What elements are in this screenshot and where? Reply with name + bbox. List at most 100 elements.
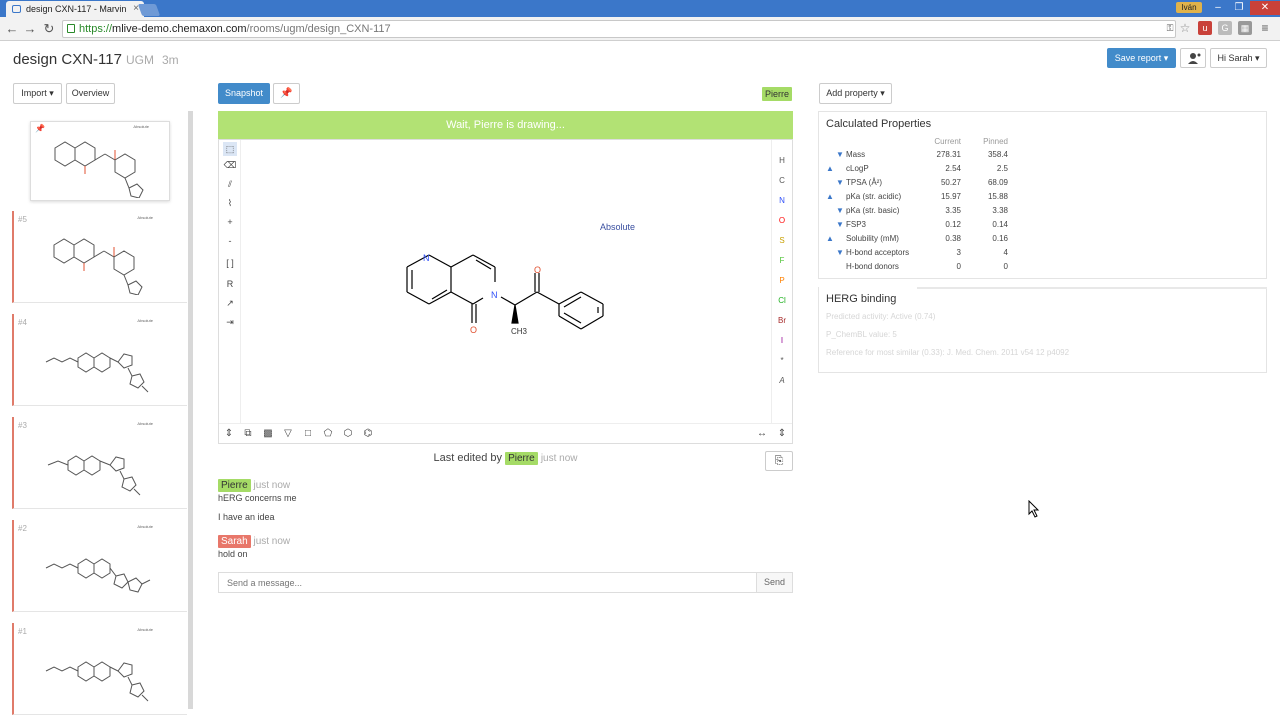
property-name: H-bond donors <box>846 262 899 271</box>
element-button[interactable]: Br <box>772 314 792 328</box>
element-button[interactable]: O <box>772 214 792 228</box>
key-icon[interactable]: ⚿ <box>1163 21 1177 35</box>
rgroup-tool-icon[interactable]: R <box>223 277 237 291</box>
snapshot-number: #2 <box>18 524 27 533</box>
menu-icon[interactable]: ≡ <box>1258 21 1272 35</box>
close-window-icon[interactable]: ✕ <box>1250 1 1280 15</box>
snapshot-list-scrollbar[interactable] <box>188 111 193 709</box>
benzene-icon[interactable]: ⌬ <box>361 427 375 441</box>
element-button[interactable]: * <box>772 354 792 368</box>
template-tool-icon[interactable]: ⧉ <box>241 427 255 441</box>
element-button[interactable]: C <box>772 174 792 188</box>
forward-icon[interactable]: → <box>22 20 38 38</box>
eraser-tool-icon[interactable]: ⌫ <box>223 158 237 172</box>
charge-minus-icon[interactable]: - <box>223 234 237 248</box>
snapshot-tag: Absolute <box>137 318 153 323</box>
column-header-pinned: Pinned <box>983 137 1008 146</box>
property-pinned-value: 0.16 <box>992 234 1008 243</box>
chat-message-text: hold on <box>218 549 248 559</box>
snapshot-button[interactable]: Snapshot <box>218 83 270 104</box>
extension-icon[interactable]: ▦ <box>1238 21 1252 35</box>
scroll-horizontal-icon[interactable]: ↔ <box>755 427 769 441</box>
atom-label: N <box>491 290 498 300</box>
chain-tool-icon[interactable]: ⌇ <box>223 196 237 210</box>
import-button[interactable]: Import ▾ <box>13 83 62 104</box>
ring-4-icon[interactable]: □ <box>301 427 315 441</box>
snapshot-number: #5 <box>18 215 27 224</box>
snapshot-molecule-thumb <box>54 141 144 198</box>
message-input[interactable] <box>219 573 757 592</box>
snapshot-molecule-thumb <box>45 558 151 593</box>
user-menu-button[interactable]: Hi Sarah ▾ <box>1210 48 1267 68</box>
element-button[interactable]: S <box>772 234 792 248</box>
browser-tab[interactable]: design CXN-117 - Marvin × <box>6 1 144 17</box>
os-user-badge[interactable]: Iván <box>1176 2 1202 13</box>
snapshot-item[interactable]: #2 Absolute <box>12 520 187 612</box>
save-report-button[interactable]: Save report ▾ <box>1107 48 1176 68</box>
export-button[interactable]: ⎘ <box>765 451 793 471</box>
property-pinned-value: 4 <box>1003 248 1008 257</box>
ublock-icon[interactable]: u <box>1198 21 1212 35</box>
user-settings-button[interactable] <box>1180 48 1206 68</box>
property-pinned-value: 68.09 <box>987 178 1008 187</box>
ring-6-icon[interactable]: ⬡ <box>341 427 355 441</box>
element-button[interactable]: P <box>772 274 792 288</box>
tab-title: design CXN-117 - Marvin <box>26 4 127 14</box>
bond-tool-icon[interactable]: ⫽ <box>223 177 237 191</box>
reload-icon[interactable]: ↻ <box>41 20 57 38</box>
divider <box>917 287 1267 289</box>
snapshot-item[interactable]: #3 Absolute <box>12 417 187 509</box>
reaction-tool-icon[interactable]: ↗ <box>223 296 237 310</box>
scroll-vertical-icon[interactable]: ⇕ <box>775 427 789 441</box>
property-current-value: 50.27 <box>940 178 961 187</box>
chat-time: just now <box>253 480 291 491</box>
editor-canvas[interactable]: N N O O CH3 Absolute <box>242 140 772 424</box>
snapshot-item[interactable]: #1 Absolute <box>12 623 187 715</box>
element-button[interactable]: Cl <box>772 294 792 308</box>
address-bar[interactable]: https://mlive-demo.chemaxon.com/rooms/ug… <box>62 20 1176 38</box>
atom-label: N <box>423 253 430 263</box>
charge-plus-icon[interactable]: + <box>223 215 237 229</box>
column-header-current: Current <box>934 137 961 146</box>
property-pinned-value: 15.88 <box>987 192 1008 201</box>
trend-down-icon: ▼ <box>836 206 844 215</box>
aux-tool-icon[interactable]: ▩ <box>261 427 275 441</box>
element-button[interactable]: I <box>772 334 792 348</box>
maximize-icon[interactable]: ❐ <box>1229 1 1249 15</box>
ring-3-icon[interactable]: ▽ <box>281 427 295 441</box>
property-current-value: 3 <box>956 248 961 257</box>
property-name: pKa (str. basic) <box>846 206 900 215</box>
page-title: design CXN-117 UGM 3m <box>13 51 179 68</box>
pin-button[interactable]: 📌 <box>273 83 300 104</box>
snapshot-tag: Absolute <box>137 524 153 529</box>
room-name: UGM <box>125 53 154 67</box>
arrow-tool-icon[interactable]: ⇥ <box>223 315 237 329</box>
property-pinned-value: 0.14 <box>992 220 1008 229</box>
element-button[interactable]: N <box>772 194 792 208</box>
overview-button[interactable]: Overview <box>66 83 115 104</box>
new-tab-button[interactable] <box>137 4 161 16</box>
element-button[interactable]: H <box>772 154 792 168</box>
chat-time: just now <box>253 536 291 547</box>
drawing-user-badge: Pierre <box>762 87 793 101</box>
snapshot-current[interactable]: 📌 Absolute <box>30 121 170 201</box>
element-button[interactable]: F <box>772 254 792 268</box>
property-row: ▼ pKa (str. basic) 3.35 3.38 <box>819 204 1019 218</box>
ring-5-icon[interactable]: ⬠ <box>321 427 335 441</box>
add-property-button[interactable]: Add property ▾ <box>819 83 892 104</box>
trend-down-icon: ▼ <box>836 150 844 159</box>
minimize-icon[interactable]: – <box>1208 1 1228 15</box>
snapshot-item[interactable]: #4 Absolute <box>12 314 187 406</box>
property-row: ▼ Mass 278.31 358.4 <box>819 148 1019 162</box>
star-icon[interactable]: ☆ <box>1178 21 1192 35</box>
element-button[interactable]: A <box>772 374 792 388</box>
mouse-cursor-icon <box>1028 500 1040 518</box>
bracket-tool-icon[interactable]: [ ] <box>223 256 237 270</box>
property-row: ▲ cLogP 2.54 2.5 <box>819 162 1019 176</box>
back-icon[interactable]: ← <box>4 20 20 38</box>
scroll-vertical-icon[interactable]: ⇕ <box>222 427 236 441</box>
select-tool-icon[interactable]: ⬚ <box>223 142 237 156</box>
snapshot-item[interactable]: #5 Absolute <box>12 211 187 303</box>
send-button[interactable]: Send <box>757 573 792 592</box>
g-extension-icon[interactable]: G <box>1218 21 1232 35</box>
